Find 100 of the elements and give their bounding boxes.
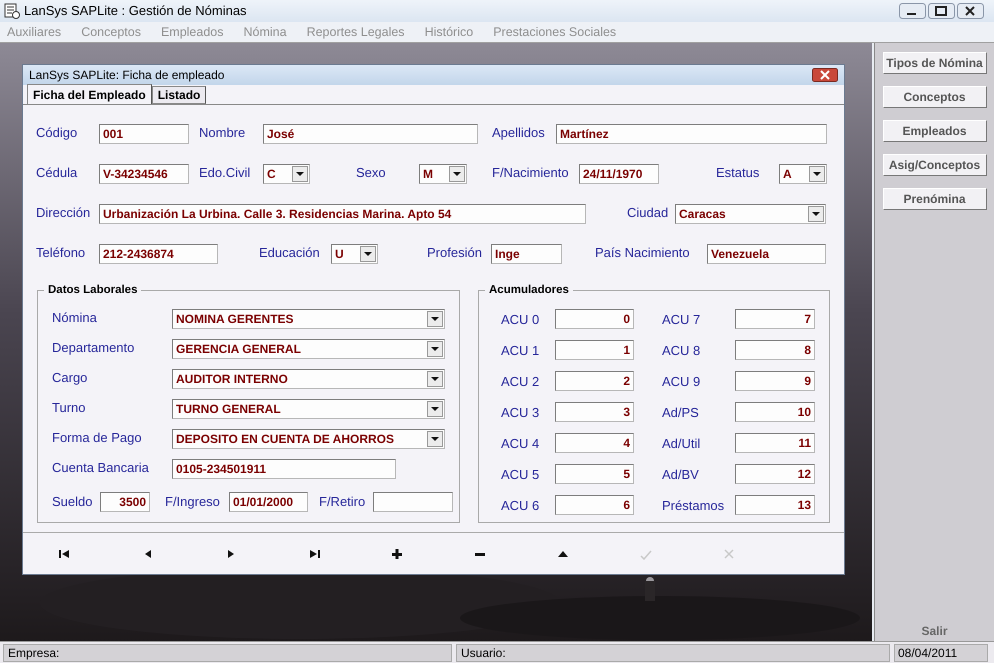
side-button[interactable]: Empleados — [882, 120, 986, 142]
status-field: 08/04/2011 — [894, 644, 988, 662]
field-label: ACU 9 — [662, 373, 702, 392]
side-button[interactable]: Prenómina — [882, 188, 986, 210]
field-label: Dirección — [36, 204, 92, 222]
input-field[interactable]: Martínez — [556, 124, 827, 144]
caret-icon[interactable] — [427, 431, 443, 447]
field-label: Estatus — [716, 164, 760, 182]
field-label: Sexo — [356, 164, 387, 182]
app-icon — [4, 3, 20, 19]
input-field[interactable]: Venezuela — [707, 244, 826, 264]
field-label: Cédula — [36, 164, 78, 182]
field-label: Código — [36, 124, 78, 142]
caret-icon[interactable] — [427, 311, 443, 327]
field-label: ACU 8 — [662, 342, 702, 360]
field-label: Turno — [52, 398, 86, 417]
field-label: F/Ingreso — [165, 493, 221, 512]
input-field[interactable]: 0 — [555, 309, 634, 329]
caret-icon[interactable] — [808, 206, 824, 222]
input-field[interactable]: 001 — [99, 124, 189, 144]
dropdown[interactable]: AUDITOR INTERNO — [172, 369, 445, 389]
window-title: LanSys SAPLite : Gestión de Nóminas — [24, 2, 247, 20]
field-label: Departamento — [52, 338, 136, 357]
caret-icon[interactable] — [809, 166, 825, 182]
dropdown[interactable]: DEPOSITO EN CUENTA DE AHORROS — [172, 429, 445, 449]
input-field[interactable]: 24/11/1970 — [579, 164, 659, 184]
field-label: ACU 6 — [501, 497, 540, 516]
caret-icon[interactable] — [360, 246, 376, 262]
caret-icon[interactable] — [449, 166, 465, 182]
input-field[interactable]: 4 — [555, 433, 634, 453]
input-field[interactable]: 5 — [555, 464, 634, 484]
input-field[interactable]: 2 — [555, 371, 634, 391]
field-label: ACU 3 — [501, 404, 540, 422]
side-button[interactable]: Tipos de Nómina — [882, 52, 986, 74]
status-field: Usuario: — [456, 644, 890, 662]
dropdown[interactable]: TURNO GENERAL — [172, 399, 445, 419]
tab[interactable]: Listado — [152, 86, 206, 104]
field-label: Ad/Util — [662, 435, 702, 454]
input-field[interactable]: 212-2436874 — [99, 244, 218, 264]
caret-icon[interactable] — [427, 341, 443, 357]
dropdown[interactable]: U — [331, 244, 378, 264]
caret-icon[interactable] — [292, 166, 308, 182]
input-field[interactable]: 9 — [735, 371, 815, 391]
field-label: Ad/BV — [662, 466, 700, 484]
input-field[interactable]: Urbanización La Urbina. Calle 3. Residencias Marina. Apto 54 — [99, 204, 586, 224]
input-field[interactable]: V-34234546 — [99, 164, 189, 184]
field-label: ACU 7 — [662, 311, 702, 330]
side-button[interactable]: Asig/Conceptos — [882, 154, 986, 176]
input-field[interactable]: 01/01/2000 — [229, 492, 308, 512]
field-label: País Nacimiento — [595, 244, 691, 262]
tab[interactable]: Ficha del Empleado — [27, 84, 152, 104]
field-label: Ciudad — [627, 204, 670, 222]
input-field[interactable]: 0105-234501911 — [172, 459, 396, 479]
field-label: ACU 4 — [501, 435, 540, 454]
field-label: Cuenta Bancaria — [52, 458, 150, 477]
caret-icon[interactable] — [427, 401, 443, 417]
field-label: Forma de Pago — [52, 428, 143, 447]
dropdown[interactable]: NOMINA GERENTES — [172, 309, 445, 329]
field-label: Edo.Civil — [199, 164, 252, 182]
field-label: Apellidos — [492, 124, 546, 142]
field-label: Educación — [259, 244, 321, 262]
dialog-title: LanSys SAPLite: Ficha de empleado — [29, 67, 224, 84]
field-label: Teléfono — [36, 244, 86, 262]
field-label: ACU 0 — [501, 311, 540, 330]
close-button[interactable] — [812, 68, 838, 82]
input-field[interactable]: 11 — [735, 433, 815, 453]
maximize-button[interactable] — [928, 3, 955, 19]
input-field[interactable]: 6 — [555, 495, 634, 515]
field-label: ACU 5 — [501, 466, 540, 484]
input-field[interactable] — [373, 492, 453, 512]
input-field[interactable]: 3500 — [100, 492, 150, 512]
input-field[interactable]: Inge — [491, 244, 562, 264]
input-field[interactable]: 10 — [735, 402, 815, 422]
dropdown[interactable]: C — [263, 164, 310, 184]
input-field[interactable]: José — [263, 124, 478, 144]
caret-icon[interactable] — [427, 371, 443, 387]
field-label: Préstamos — [662, 497, 726, 516]
minimize-button[interactable] — [899, 3, 926, 19]
field-label: F/Retiro — [319, 493, 366, 512]
close-button[interactable] — [957, 3, 984, 19]
field-label: Profesión — [427, 244, 483, 262]
field-label: Cargo — [52, 368, 88, 387]
status-field: Empresa: — [3, 644, 452, 662]
dropdown[interactable]: GERENCIA GENERAL — [172, 339, 445, 359]
input-field[interactable]: 1 — [555, 340, 634, 360]
field-label: F/Nacimiento — [492, 164, 570, 182]
exit-button[interactable]: Salir — [921, 622, 948, 640]
input-field[interactable]: 7 — [735, 309, 815, 329]
field-label: ACU 1 — [501, 342, 540, 360]
input-field[interactable]: 8 — [735, 340, 815, 360]
dropdown[interactable]: M — [419, 164, 467, 184]
field-label: Sueldo — [52, 493, 94, 512]
input-field[interactable]: 12 — [735, 464, 815, 484]
field-label: ACU 2 — [501, 373, 540, 392]
dropdown[interactable]: Caracas — [675, 204, 826, 224]
field-label: Nómina — [52, 308, 98, 327]
input-field[interactable]: 13 — [735, 495, 815, 515]
dropdown[interactable]: A — [779, 164, 827, 184]
input-field[interactable]: 3 — [555, 402, 634, 422]
side-button[interactable]: Conceptos — [882, 86, 986, 108]
